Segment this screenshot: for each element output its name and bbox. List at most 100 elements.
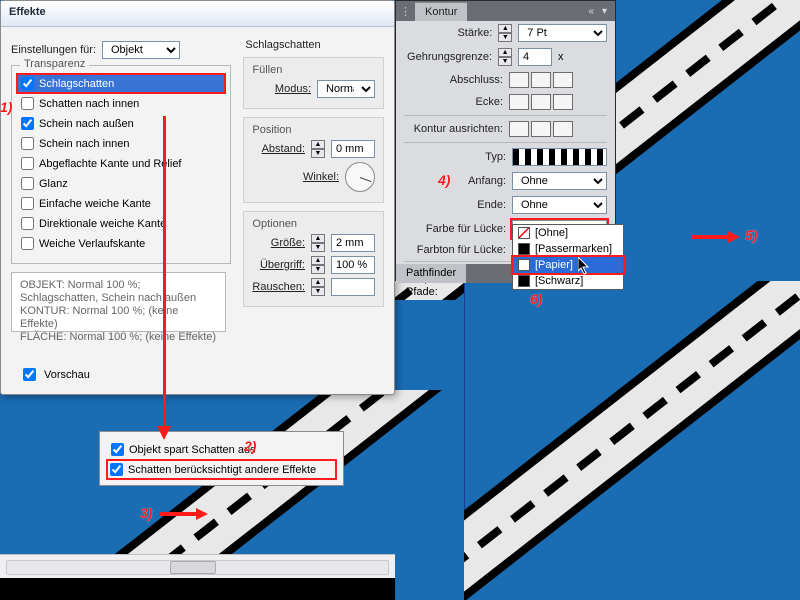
check-knockout-box[interactable] xyxy=(111,443,124,456)
spread-up[interactable]: ▲ xyxy=(311,256,325,265)
join-buttons[interactable] xyxy=(509,94,575,110)
check-verlaufskante-box[interactable] xyxy=(21,237,34,250)
transparency-fieldset: Transparenz Schlagschatten Schatten nach… xyxy=(11,65,231,264)
options-header: Optionen xyxy=(252,218,375,230)
distance-down[interactable]: ▼ xyxy=(311,149,325,158)
check-verlaufskante-label: Weiche Verlaufskante xyxy=(39,238,145,250)
pasteboard-edge xyxy=(0,578,395,600)
size-down[interactable]: ▼ xyxy=(311,243,325,252)
check-glanz-box[interactable] xyxy=(21,177,34,190)
settings-for-label: Einstellungen für: xyxy=(11,44,96,56)
swatch-registration[interactable]: [Passermarken] xyxy=(513,241,623,257)
check-schlagschatten-box[interactable] xyxy=(21,77,34,90)
check-honors-label: Schatten berücksichtigt andere Effekte xyxy=(128,464,316,476)
fill-group: Füllen Modus: Normal xyxy=(243,57,384,109)
scrollbar-thumb[interactable] xyxy=(170,561,216,574)
spread-input[interactable] xyxy=(331,256,375,274)
miter-up[interactable]: ▲ xyxy=(498,48,512,57)
type-label: Typ: xyxy=(402,151,506,163)
swatch-black[interactable]: [Schwarz] xyxy=(513,273,623,289)
check-direktionale[interactable]: Direktionale weiche Kante xyxy=(18,215,224,232)
settings-for-select[interactable]: Objekt xyxy=(102,41,180,59)
check-schein-innen-label: Schein nach innen xyxy=(39,138,130,150)
angle-label: Winkel: xyxy=(303,171,339,183)
noise-down[interactable]: ▼ xyxy=(311,287,325,296)
swatch-none-label: [Ohne] xyxy=(535,227,568,239)
object-info: OBJEKT: Normal 100 %; Schlagschatten, Sc… xyxy=(11,272,226,332)
cap-buttons[interactable] xyxy=(509,72,575,88)
noise-input[interactable] xyxy=(331,278,375,296)
check-direktionale-label: Direktionale weiche Kante xyxy=(39,218,166,230)
panel-flyout-icon[interactable]: ▾ xyxy=(598,6,611,17)
noise-up[interactable]: ▲ xyxy=(311,278,325,287)
miter-x: x xyxy=(558,51,607,63)
tab-kontur[interactable]: Kontur xyxy=(415,2,467,21)
check-schein-aussen-box[interactable] xyxy=(21,117,34,130)
annotation-2: 2) xyxy=(244,438,256,454)
check-schatten-innen-box[interactable] xyxy=(21,97,34,110)
check-verlaufskante[interactable]: Weiche Verlaufskante xyxy=(18,235,224,252)
check-glanz[interactable]: Glanz xyxy=(18,175,224,192)
position-header: Position xyxy=(252,124,375,136)
join-label: Ecke: xyxy=(399,96,503,108)
transparency-legend: Transparenz xyxy=(20,58,89,70)
end-label: Ende: xyxy=(402,199,506,211)
miter-down[interactable]: ▼ xyxy=(498,57,512,66)
weight-up[interactable]: ▲ xyxy=(498,24,512,33)
spread-down[interactable]: ▼ xyxy=(311,265,325,274)
swatch-black-label: [Schwarz] xyxy=(535,275,583,287)
check-abgeflachte[interactable]: Abgeflachte Kante und Relief xyxy=(18,155,224,172)
dialog-title: Effekte xyxy=(1,1,394,27)
check-knockout-label: Objekt spart Schatten aus xyxy=(129,444,256,456)
mode-select[interactable]: Normal xyxy=(317,80,375,98)
size-up[interactable]: ▲ xyxy=(311,234,325,243)
mode-label: Modus: xyxy=(275,83,311,95)
cap-label: Abschluss: xyxy=(399,74,503,86)
align-buttons[interactable] xyxy=(509,121,575,137)
gaptint-label: Farbton für Lücke: xyxy=(402,244,506,256)
start-select[interactable]: Ohne xyxy=(512,172,607,190)
panel-menu-icon[interactable]: « xyxy=(584,6,598,17)
check-schein-innen-box[interactable] xyxy=(21,137,34,150)
start-label: Anfang: xyxy=(402,175,506,187)
preview-checkbox[interactable] xyxy=(23,368,36,381)
check-schlagschatten[interactable]: Schlagschatten xyxy=(18,75,224,92)
angle-dial[interactable] xyxy=(345,162,375,192)
object-info-line3: FLÄCHE: Normal 100 %; (keine Effekte) xyxy=(20,331,217,344)
swatch-none[interactable]: [Ohne] xyxy=(513,225,623,241)
check-schatten-innen[interactable]: Schatten nach innen xyxy=(18,95,224,112)
check-honors-effects[interactable]: Schatten berücksichtigt andere Effekte xyxy=(108,461,335,478)
distance-up[interactable]: ▲ xyxy=(311,140,325,149)
fill-header: Füllen xyxy=(252,64,375,76)
check-knockout[interactable]: Objekt spart Schatten aus xyxy=(108,441,335,458)
miter-input[interactable] xyxy=(518,48,552,66)
swatch-paper[interactable]: [Papier] xyxy=(513,257,623,273)
distance-input[interactable] xyxy=(331,140,375,158)
cursor-icon xyxy=(578,257,590,275)
size-input[interactable] xyxy=(331,234,375,252)
check-einfache-kante[interactable]: Einfache weiche Kante xyxy=(18,195,224,212)
weight-label: Stärke: xyxy=(396,27,492,39)
align-label: Kontur ausrichten: xyxy=(399,123,503,135)
weight-select[interactable]: 7 Pt xyxy=(518,24,607,42)
gapcolor-dropdown[interactable]: [Ohne] [Passermarken] [Papier] [Schwarz] xyxy=(512,224,624,290)
tab-pathfinder[interactable]: Pathfinder xyxy=(396,264,466,283)
type-select[interactable]: — xyxy=(512,148,607,166)
panel-grip-icon[interactable]: ⋮ xyxy=(396,5,415,18)
size-label: Größe: xyxy=(271,237,305,249)
check-einfache-kante-label: Einfache weiche Kante xyxy=(39,198,151,210)
check-einfache-kante-box[interactable] xyxy=(21,197,34,210)
check-abgeflachte-box[interactable] xyxy=(21,157,34,170)
check-schein-aussen-label: Schein nach außen xyxy=(39,118,134,130)
object-info-line2: KONTUR: Normal 100 %; (keine Effekte) xyxy=(20,305,217,331)
check-schlagschatten-label: Schlagschatten xyxy=(39,78,114,90)
end-select[interactable]: Ohne xyxy=(512,196,607,214)
check-schein-aussen[interactable]: Schein nach außen xyxy=(18,115,224,132)
check-direktionale-box[interactable] xyxy=(21,217,34,230)
check-schein-innen[interactable]: Schein nach innen xyxy=(18,135,224,152)
horizontal-scrollbar[interactable] xyxy=(0,554,395,580)
weight-down[interactable]: ▼ xyxy=(498,33,512,42)
check-honors-box[interactable] xyxy=(110,463,123,476)
swatch-registration-label: [Passermarken] xyxy=(535,243,612,255)
distance-label: Abstand: xyxy=(262,143,305,155)
